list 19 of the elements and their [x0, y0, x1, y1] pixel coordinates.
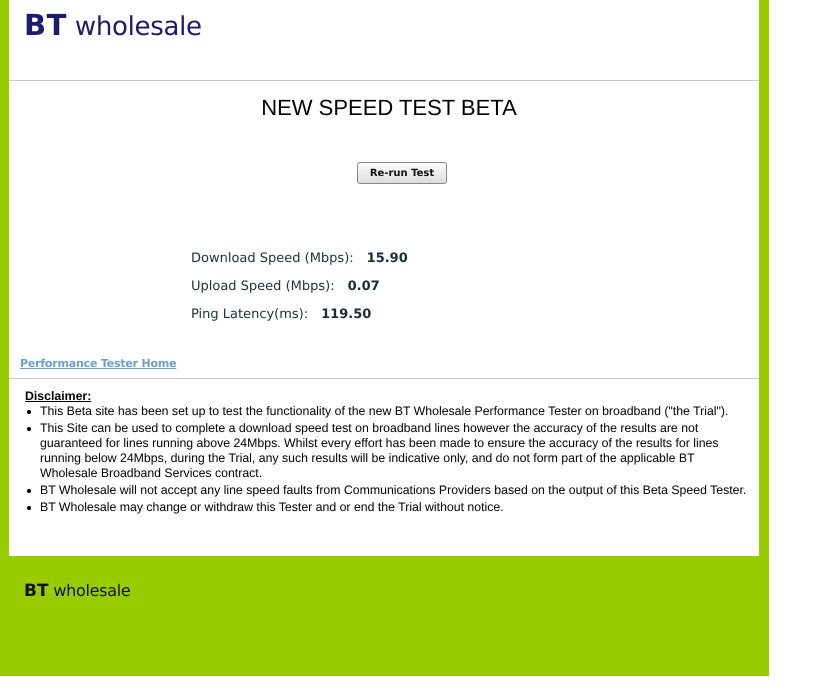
- brand-logo: BT wholesale: [24, 11, 202, 40]
- bullet-icon: [27, 410, 31, 414]
- disclaimer-text: This Beta site has been set up to test the functionality of the new BT Wholesale Performance Tester on broadband ("the Trial").: [40, 404, 728, 419]
- page-title: NEW SPEED TEST BETA: [260, 95, 518, 121]
- disclaimer-heading: Disclaimer:: [25, 389, 92, 404]
- rerun-button[interactable]: Re-run Test: [356, 162, 448, 184]
- bullet-icon: [27, 489, 31, 493]
- disclaimer-text: BT Wholesale may change or withdraw this Tester and or end the Trial without notice.: [40, 500, 504, 515]
- result-label: Ping Latency(ms):: [191, 306, 308, 324]
- result-value: 0.07: [348, 278, 380, 296]
- bullet-icon: [27, 427, 31, 431]
- disclaimer-text: BT Wholesale will not accept any line speed faults from Communications Providers based on the output of this Beta Speed Tester.: [40, 483, 746, 498]
- bullet-icon: [27, 506, 31, 510]
- result-value: 15.90: [366, 250, 408, 268]
- result-value: 119.50: [321, 306, 372, 324]
- brand-logo: BT wholesale: [24, 583, 130, 600]
- result-label: Download Speed (Mbps):: [191, 250, 354, 268]
- result-label: Upload Speed (Mbps):: [191, 278, 335, 296]
- disclaimer-text: This Site can be used to complete a download speed test on broadband lines however the accuracy of the results are not guaranteed for lines running above 24Mbps. Whilst every effort has been made to ensure the accuracy of the results for lines running below 24Mbps, during the Trial, any such results will be indicative only, and do not form part of the applicable BT Wholesale Broadband Services contract.: [40, 421, 720, 481]
